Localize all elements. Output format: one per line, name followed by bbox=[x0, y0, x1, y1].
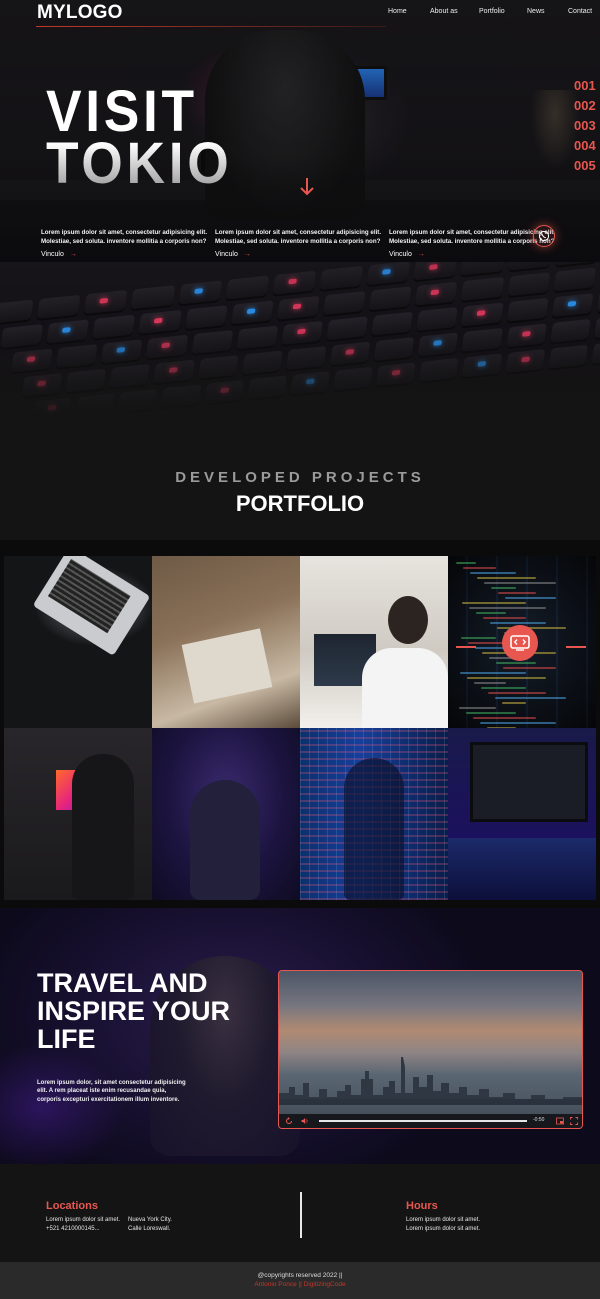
portfolio-subtitle: DEVELOPED PROJECTS bbox=[175, 469, 425, 486]
code-line bbox=[484, 582, 556, 584]
code-icon[interactable] bbox=[502, 625, 538, 661]
code-line bbox=[491, 587, 516, 589]
video-player[interactable]: -0:50 bbox=[278, 970, 583, 1129]
code-line bbox=[469, 607, 546, 609]
hours-line: Lorem ipsum dolor sit amet. bbox=[406, 1226, 481, 1232]
code-line bbox=[463, 567, 496, 569]
hours-heading: Hours bbox=[406, 1200, 438, 1212]
slide-indicator[interactable]: 001 bbox=[556, 78, 600, 98]
portfolio-tile-developer-glasses[interactable] bbox=[152, 728, 300, 900]
info-link[interactable]: Vinculo → bbox=[215, 251, 251, 258]
whatsapp-button[interactable] bbox=[533, 225, 555, 247]
video-progress-track[interactable] bbox=[319, 1120, 527, 1122]
video-time: -0:50 bbox=[533, 1117, 545, 1123]
scroll-down-icon[interactable] bbox=[299, 176, 315, 198]
arrow-right-icon: → bbox=[243, 251, 251, 258]
code-line bbox=[460, 672, 526, 674]
locations-line: +521 4210000145... bbox=[46, 1226, 100, 1232]
code-line bbox=[498, 592, 536, 594]
nav-news[interactable]: News bbox=[527, 8, 545, 15]
whatsapp-icon bbox=[538, 230, 550, 242]
arrow-right-icon: → bbox=[69, 251, 77, 258]
portfolio-tile-developer-headphones[interactable] bbox=[300, 556, 448, 728]
code-line bbox=[466, 712, 516, 714]
locations-heading: Locations bbox=[46, 1200, 98, 1212]
nav-home[interactable]: Home bbox=[388, 8, 407, 15]
portfolio-tile-code-projection[interactable] bbox=[300, 728, 448, 900]
city-line: Calle Loreswall. bbox=[128, 1226, 171, 1232]
portfolio-tile-laptop-code[interactable] bbox=[4, 556, 152, 728]
volume-icon[interactable] bbox=[301, 1117, 309, 1125]
code-line bbox=[490, 622, 546, 624]
portfolio-title: PORTFOLIO bbox=[235, 491, 365, 516]
code-line bbox=[481, 687, 526, 689]
keyboard-banner-image bbox=[0, 262, 600, 414]
code-line bbox=[480, 722, 556, 724]
info-link[interactable]: Vinculo → bbox=[389, 251, 425, 258]
nav-portfolio[interactable]: Portfolio bbox=[479, 8, 505, 15]
arrow-right-icon: → bbox=[417, 251, 425, 258]
code-line bbox=[474, 682, 506, 684]
travel-text: Lorem ipsum dolor, sit amet consectetur … bbox=[37, 1080, 186, 1103]
slide-indicator[interactable]: 004 bbox=[556, 138, 600, 158]
code-line bbox=[505, 597, 556, 599]
city-skyline-image bbox=[279, 1057, 582, 1105]
code-line bbox=[496, 662, 536, 664]
slide-indicator[interactable]: 002 bbox=[556, 98, 600, 118]
code-line bbox=[502, 702, 526, 704]
code-line bbox=[470, 572, 516, 574]
hero-title-line2: TOKIO bbox=[46, 131, 233, 196]
hero-section: MYLOGO Home About as Portfolio News Cont… bbox=[0, 0, 600, 262]
code-line bbox=[467, 677, 546, 679]
portfolio-tile-code-editor[interactable] bbox=[448, 728, 596, 900]
overlay-line bbox=[456, 646, 476, 648]
info-link[interactable]: Vinculo → bbox=[41, 251, 77, 258]
city-line: Nueva York City. bbox=[128, 1217, 172, 1223]
code-line bbox=[503, 667, 556, 669]
code-line bbox=[488, 692, 546, 694]
code-line bbox=[476, 612, 506, 614]
header-divider bbox=[36, 26, 386, 27]
fullscreen-icon[interactable] bbox=[570, 1117, 578, 1125]
code-line bbox=[483, 617, 526, 619]
code-icon bbox=[510, 635, 530, 651]
info-text: Lorem ipsum dolor sit amet, consectetur … bbox=[215, 229, 382, 245]
portfolio-tile-gamer-setup[interactable] bbox=[4, 728, 152, 900]
code-line bbox=[477, 577, 536, 579]
hero-title: VISIT TOKIO bbox=[46, 83, 233, 196]
nav-about[interactable]: About as bbox=[430, 8, 458, 15]
code-line bbox=[459, 707, 496, 709]
copyright-text: @copyrights reserved 2022 || bbox=[257, 1272, 343, 1279]
hours-line: Lorem ipsum dolor sit amet. bbox=[406, 1217, 481, 1223]
overlay-line bbox=[566, 646, 586, 648]
nav-contact[interactable]: Contact bbox=[568, 8, 592, 15]
code-line bbox=[461, 637, 496, 639]
info-column: Lorem ipsum dolor sit amet, consectetur … bbox=[215, 229, 390, 258]
code-line bbox=[473, 717, 536, 719]
portfolio-tile-desk-sketch[interactable] bbox=[152, 556, 300, 728]
info-column: Lorem ipsum dolor sit amet, consectetur … bbox=[41, 229, 216, 258]
slide-index: 001 002 003 004 005 bbox=[556, 78, 600, 178]
hero-info-row: Lorem ipsum dolor sit amet, consectetur … bbox=[0, 229, 600, 259]
slide-indicator[interactable]: 005 bbox=[556, 158, 600, 178]
credits-link[interactable]: Antonio Ponce || DigitizingCode bbox=[0, 1281, 600, 1288]
travel-title: TRAVEL AND INSPIRE YOUR LIFE bbox=[37, 968, 231, 1054]
footer-divider bbox=[300, 1192, 302, 1238]
portfolio-gallery bbox=[0, 540, 600, 908]
replay-icon[interactable] bbox=[285, 1117, 293, 1125]
copyright-bar: @copyrights reserved 2022 || Antonio Pon… bbox=[0, 1262, 600, 1299]
info-text: Lorem ipsum dolor sit amet, consectetur … bbox=[41, 229, 208, 245]
video-controls: -0:50 bbox=[279, 1114, 582, 1128]
pip-icon[interactable] bbox=[556, 1117, 564, 1125]
code-line bbox=[462, 602, 526, 604]
code-line bbox=[495, 697, 566, 699]
locations-line: Lorem ipsum dolor sit amet. bbox=[46, 1217, 121, 1223]
slide-indicator[interactable]: 003 bbox=[556, 118, 600, 138]
code-line bbox=[456, 562, 476, 564]
main-nav: Home About as Portfolio News Contact bbox=[0, 8, 600, 22]
